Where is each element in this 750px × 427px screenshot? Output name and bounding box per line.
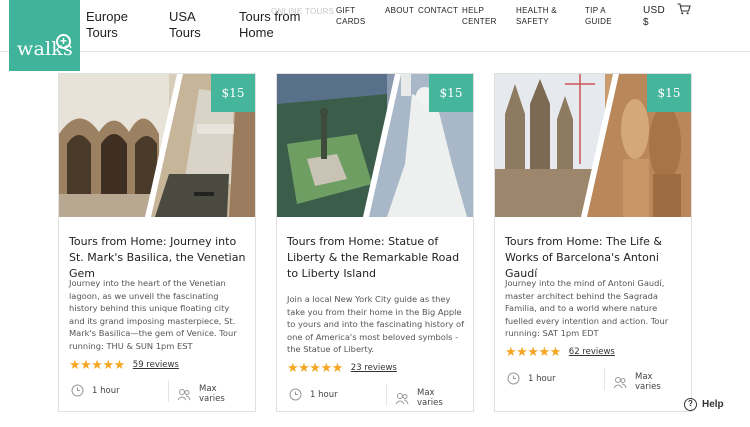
help-label: Help	[702, 399, 724, 410]
group-size: Max varies	[395, 388, 463, 408]
star-rating-icon: ★★★★★	[69, 357, 125, 372]
group-icon	[613, 376, 627, 388]
tour-title[interactable]: Tours from Home: Statue of Liberty & the…	[287, 234, 467, 282]
duration: 1 hour	[507, 372, 556, 385]
meta-divider	[168, 380, 169, 402]
price-badge: $15	[429, 74, 473, 112]
nav-help-center[interactable]: HELP CENTER	[462, 5, 497, 27]
nav-gift-cards[interactable]: GIFT CARDS	[336, 5, 366, 27]
tour-card-gaudi[interactable]: $15 Tours from Home: The Life & Works of…	[494, 73, 692, 412]
tour-meta: 1 hour Max varies	[505, 368, 681, 392]
duration: 1 hour	[71, 384, 120, 397]
duration-text: 1 hour	[528, 373, 556, 384]
group-size: Max varies	[177, 384, 245, 404]
currency-selector[interactable]: USD $	[643, 5, 665, 29]
duration: 1 hour	[289, 388, 338, 401]
group-size: Max varies	[613, 372, 681, 392]
group-icon	[177, 388, 191, 400]
cart-icon[interactable]	[677, 3, 691, 15]
nav-contact[interactable]: CONTACT	[418, 5, 458, 16]
tour-description: Join a local New York City guide as they…	[287, 294, 465, 355]
clock-icon	[71, 384, 84, 397]
question-icon: ?	[684, 398, 697, 411]
star-rating-icon: ★★★★★	[505, 344, 561, 359]
price-badge: $15	[211, 74, 255, 112]
site-header: walks + Europe Tours USA Tours Tours fro…	[0, 0, 750, 71]
price-badge: $15	[647, 74, 691, 112]
nav-online-tours[interactable]: ONLINE TOURS	[271, 6, 334, 17]
tour-meta: 1 hour Max varies	[69, 380, 245, 404]
nav-usa-tours[interactable]: USA Tours	[169, 9, 201, 41]
duration-text: 1 hour	[310, 389, 338, 400]
reviews-link[interactable]: 62 reviews	[569, 347, 615, 357]
tour-image-liberty[interactable]: $15	[277, 74, 473, 217]
tour-description: Journey into the heart of the Venetian l…	[69, 278, 237, 351]
group-size-text: Max varies	[417, 388, 443, 408]
meta-divider	[386, 384, 387, 406]
group-size-text: Max varies	[199, 384, 225, 404]
group-icon	[395, 392, 409, 404]
reviews-link[interactable]: 23 reviews	[351, 363, 397, 373]
tour-title[interactable]: Tours from Home: The Life & Works of Bar…	[505, 234, 685, 282]
tour-description: Journey into the mind of Antoni Gaudí, m…	[505, 278, 669, 339]
nav-health-safety[interactable]: HEALTH & SAFETY	[516, 5, 557, 27]
help-button[interactable]: ? Help	[684, 398, 724, 411]
clock-icon	[507, 372, 520, 385]
plus-icon: +	[56, 34, 71, 49]
tour-image-gaudi[interactable]: $15	[495, 74, 691, 217]
nav-tip-a-guide[interactable]: TIP A GUIDE	[585, 5, 612, 27]
meta-divider	[604, 368, 605, 390]
tour-card-statue-of-liberty[interactable]: $15 Tours from Home: Statue of Liberty &…	[276, 73, 474, 412]
tour-title[interactable]: Tours from Home: Journey into St. Mark's…	[69, 234, 249, 282]
clock-icon	[289, 388, 302, 401]
tour-meta: 1 hour Max varies	[287, 384, 463, 408]
reviews-link[interactable]: 59 reviews	[133, 360, 179, 370]
rating-row: ★★★★★ 59 reviews	[69, 357, 179, 372]
tour-image-venice[interactable]: $15	[59, 74, 255, 217]
star-rating-icon: ★★★★★	[287, 360, 343, 375]
rating-row: ★★★★★ 23 reviews	[287, 360, 397, 375]
group-size-text: Max varies	[635, 372, 661, 392]
rating-row: ★★★★★ 62 reviews	[505, 344, 615, 359]
tour-card-venice[interactable]: $15 Tours from Home: Journey into St. Ma…	[58, 73, 256, 412]
nav-about[interactable]: ABOUT	[385, 5, 414, 16]
nav-europe-tours[interactable]: Europe Tours	[86, 9, 128, 41]
duration-text: 1 hour	[92, 385, 120, 396]
walks-logo[interactable]: walks +	[9, 0, 80, 71]
